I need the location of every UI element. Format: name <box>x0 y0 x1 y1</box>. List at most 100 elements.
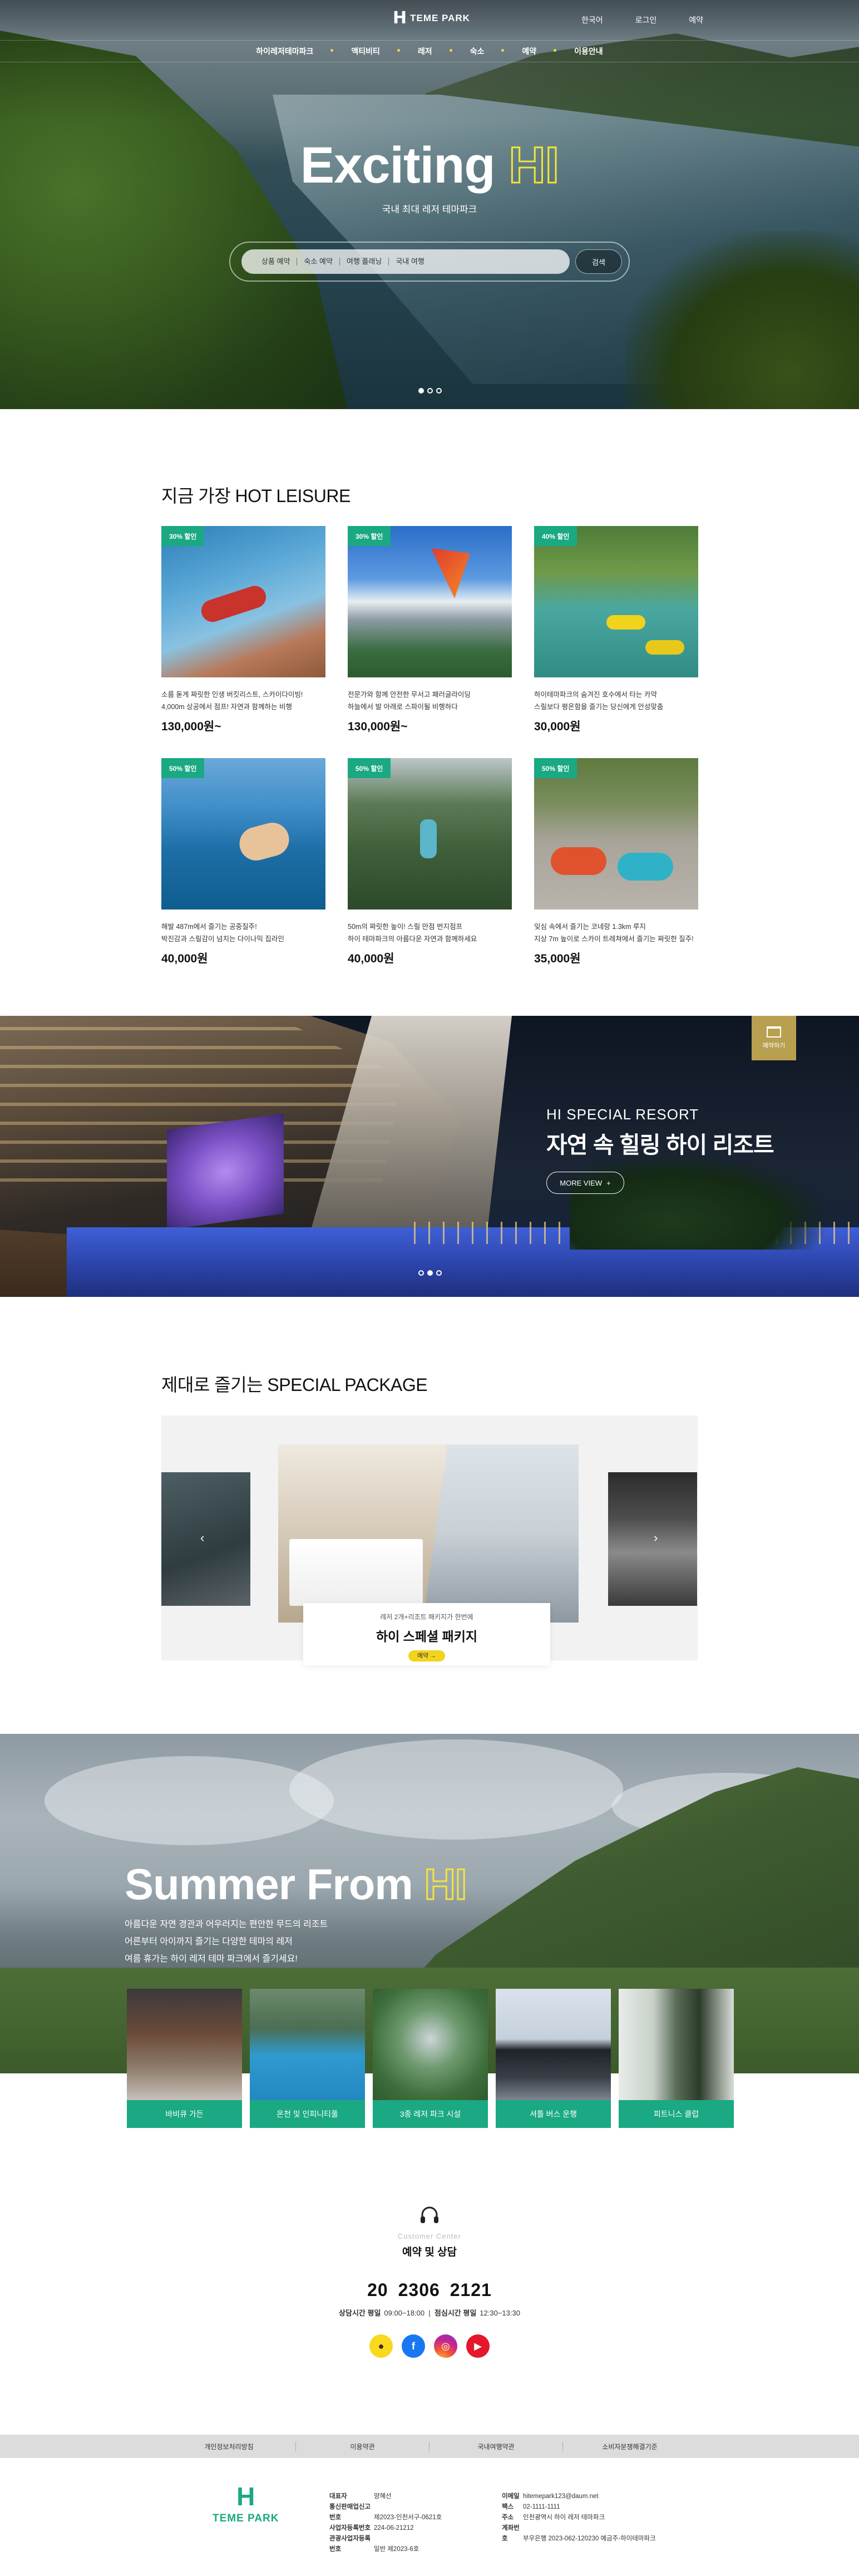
skydiving-image: 30% 할인 <box>161 526 325 677</box>
facility-card[interactable]: 피트니스 클럽 <box>619 1989 734 2128</box>
footer-links: 개인정보처리방침 이용약관 국내여행약관 소비자분쟁해결기준 <box>0 2435 859 2458</box>
nav-item-stay[interactable]: 숙소 <box>449 46 503 57</box>
resort-dot-1[interactable] <box>418 1270 424 1276</box>
leisure-card[interactable]: 50% 할인 잊심 속에서 즐기는 코네랑 1.3km 루지 지상 7m 높이로 … <box>534 758 698 966</box>
facility-card[interactable]: 바비큐 가든 <box>127 1989 242 2128</box>
leisure-card[interactable]: 40% 할인 하이테마파크의 숨겨진 호수에서 타는 카약 스릴보다 평온함을 즐… <box>534 526 698 734</box>
nav-item-leisure[interactable]: 레저 <box>397 46 451 57</box>
footer-company-info: 대표자 양혜선 통신판매업신고번호 제2023-인천서구-0621호 사업자등록번호… <box>329 2493 442 2553</box>
contact-title: 예약 및 상담 <box>402 2246 457 2258</box>
facility-card[interactable]: 3종 레저 파크 시설 <box>373 1989 488 2128</box>
sns-links: ● f ◎ ▶ <box>0 2334 859 2358</box>
leisure-card[interactable]: 30% 할인 전문가와 함께 안전한 무서고 패러글라이딩 하늘에서 발 아래로 … <box>348 526 512 734</box>
facebook-icon[interactable]: f <box>402 2334 425 2358</box>
facility-list: 바비큐 가든 온천 및 인피니티풀 3종 레저 파크 시설 셔틀 버스 운행 피… <box>127 1989 734 2128</box>
contact-phone[interactable]: 20 2306 2121 <box>0 2280 859 2300</box>
package-reserve-button[interactable]: 예약 → <box>408 1650 445 1661</box>
footer-link-terms[interactable]: 이용약관 <box>296 2441 430 2451</box>
kart-image: 50% 할인 <box>534 758 698 910</box>
hot-leisure-title: 지금 가장 HOT LEISURE <box>161 486 350 506</box>
page: H TEME PARK 한국어 로그인 예약 하이레저테마파크 액티비티 레저 … <box>0 0 859 2576</box>
card-price: 35,000원 <box>534 952 581 965</box>
bungee-image: 50% 할인 <box>348 758 512 910</box>
summer-title: Summer From HI <box>125 1859 468 1910</box>
hero-dot-1[interactable] <box>418 388 424 394</box>
hero-title-hi: HI <box>508 136 560 195</box>
discount-badge: 30% 할인 <box>161 526 205 546</box>
resort-pager <box>418 1270 442 1276</box>
chevron-right-icon[interactable]: › <box>654 1531 658 1545</box>
leisure-card[interactable]: 30% 할인 소름 돋게 짜릿한 인생 버킷리스트, 스카이다이빙! 4,000m… <box>161 526 325 734</box>
search-input[interactable]: 상품 예약 숙소 예약 여행 플래닝 국내 여행 <box>241 249 570 274</box>
card-price: 40,000원 <box>161 952 208 965</box>
facility-card[interactable]: 셔틀 버스 운행 <box>496 1989 611 2128</box>
util-language[interactable]: 한국어 <box>581 14 603 26</box>
hero-pager <box>418 388 442 394</box>
resort-eyebrow: HI SPECIAL RESORT <box>546 1106 699 1123</box>
more-view-button[interactable]: MORE VIEW + <box>546 1172 624 1194</box>
hero-dot-3[interactable] <box>436 388 442 394</box>
search-tab-domestic[interactable]: 국내 여행 <box>389 258 431 266</box>
logo-mark-icon: H <box>393 8 407 28</box>
reserve-tag[interactable]: 예약하기 <box>752 1016 796 1060</box>
card-desc: 잊심 속에서 즐기는 코네랑 1.3km 루지 지상 7m 높이로 스카이 트레쳐… <box>534 923 694 943</box>
discount-badge: 50% 할인 <box>348 758 391 778</box>
site-logo[interactable]: H TEME PARK <box>393 10 470 27</box>
headset-icon <box>418 2204 441 2226</box>
leisure-card[interactable]: 50% 할인 50m의 짜릿한 높이! 스릴 만점 번지점프 하이 테마파크의 아… <box>348 758 512 966</box>
bus-image <box>496 1989 611 2100</box>
search-button[interactable]: 검색 <box>575 249 622 274</box>
resort-dot-3[interactable] <box>436 1270 442 1276</box>
logo-mark-icon: H <box>236 2482 255 2511</box>
footer: H TEME PARK 대표자 양혜선 통신판매업신고번호 제2023-인천서구-0… <box>0 2458 859 2576</box>
footer-link-dispute[interactable]: 소비자분쟁해결기준 <box>563 2442 697 2451</box>
resort-banner: 예약하기 HI SPECIAL RESORT 자연 속 힐링 하이 리조트 MO… <box>0 1016 859 1297</box>
instagram-icon[interactable]: ◎ <box>434 2334 457 2358</box>
kayak-image: 40% 할인 <box>534 526 698 677</box>
card-desc: 하이테마파크의 숨겨진 호수에서 타는 카약 스릴보다 평온함을 즐기는 당신에게… <box>534 691 664 711</box>
footer-link-privacy[interactable]: 개인정보처리방침 <box>162 2441 296 2451</box>
facility-card[interactable]: 온천 및 인피니티풀 <box>250 1989 365 2128</box>
util-reserve[interactable]: 예약 <box>689 14 703 26</box>
package-prev-slide[interactable] <box>161 1472 250 1606</box>
search-tab-stay[interactable]: 숙소 예약 <box>297 258 340 266</box>
leisure-card[interactable]: 50% 할인 해발 487m에서 즐기는 공중질주! 박진감과 스릴감이 넘치는 … <box>161 758 325 966</box>
search-tab-product[interactable]: 상품 예약 <box>255 258 298 266</box>
kakaotalk-icon[interactable]: ● <box>369 2334 393 2358</box>
nav-item-reserve[interactable]: 예약 <box>501 46 555 57</box>
card-desc: 전문가와 함께 안전한 무서고 패러글라이딩 하늘에서 발 아래로 스파이될 비행… <box>348 691 471 711</box>
package-title: 제대로 즐기는 SPECIAL PACKAGE <box>161 1375 428 1395</box>
contact-hours: 상담시간 평일 09:00~18:00 | 점심시간 평일 12:30~13:30 <box>339 2309 520 2317</box>
nav-item-park[interactable]: 하이레저테마파크 <box>237 46 332 57</box>
contact-section: Customer Center 예약 및 상담 20 2306 2121 상담시… <box>0 2204 859 2358</box>
calendar-icon <box>767 1026 781 1038</box>
footer-link-travel-terms[interactable]: 국내여행약관 <box>430 2441 563 2451</box>
park-image <box>373 1989 488 2100</box>
nav-item-activity[interactable]: 액티비티 <box>330 46 399 57</box>
chevron-left-icon[interactable]: ‹ <box>200 1531 204 1545</box>
discount-badge: 40% 할인 <box>534 526 577 546</box>
paragliding-image: 30% 할인 <box>348 526 512 677</box>
summer-text: 아름다운 자연 경관과 어우러지는 편안한 무드의 리조트 어른부터 아이까지 … <box>125 1920 328 1964</box>
plus-icon: + <box>606 1178 611 1187</box>
nav-item-guide[interactable]: 이용안내 <box>554 46 622 57</box>
package-card: 레저 2개+리조트 패키지가 한번에 하이 스페셜 패키지 예약 → <box>303 1603 550 1665</box>
footer-logo[interactable]: H TEME PARK <box>213 2484 279 2525</box>
youtube-icon[interactable]: ▶ <box>466 2334 490 2358</box>
search-tab-plan[interactable]: 여행 플래닝 <box>340 258 389 266</box>
search-bar: 상품 예약 숙소 예약 여행 플래닝 국내 여행 검색 <box>229 242 630 282</box>
package-caption: 레저 2개+리조트 패키지가 한번에 <box>380 1613 473 1621</box>
logo-text: TEME PARK <box>410 13 470 23</box>
discount-badge: 30% 할인 <box>348 526 391 546</box>
hero-dot-2[interactable] <box>427 388 433 394</box>
fitness-image <box>619 1989 734 2100</box>
resort-headline: 자연 속 힐링 하이 리조트 <box>546 1132 774 1158</box>
package-next-slide[interactable] <box>608 1472 697 1606</box>
resort-dot-2[interactable] <box>427 1270 433 1276</box>
discount-badge: 50% 할인 <box>534 758 577 778</box>
card-price: 30,000원 <box>534 720 581 733</box>
card-desc: 50m의 짜릿한 높이! 스릴 만점 번지점프 하이 테마파크의 아름다운 자연과… <box>348 923 477 943</box>
util-login[interactable]: 로그인 <box>635 14 657 26</box>
hero-subtitle: 국내 최대 레저 테마파크 <box>382 204 477 215</box>
contact-en: Customer Center <box>398 2232 461 2240</box>
